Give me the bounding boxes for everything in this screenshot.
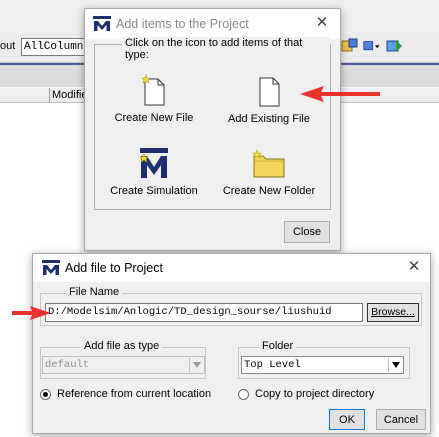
browse-button[interactable]: Browse...	[367, 303, 419, 322]
folder-icon	[252, 149, 285, 178]
create-new-file-label: Create New File	[114, 112, 194, 124]
close-icon[interactable]: ✕	[406, 259, 422, 275]
compile-icon[interactable]	[341, 38, 359, 54]
add-items-dialog: Add items to the Project ✕ Click on the …	[84, 8, 341, 251]
reference-radio[interactable]: Reference from current location	[40, 388, 211, 400]
create-new-file-button[interactable]: Create New File	[99, 74, 209, 124]
toolbar-icons	[341, 38, 403, 54]
close-icon[interactable]: ✕	[314, 15, 330, 31]
create-new-folder-label: Create New Folder	[222, 185, 316, 197]
cancel-button[interactable]: Cancel	[376, 409, 426, 430]
create-new-folder-button[interactable]: Create New Folder	[214, 149, 324, 197]
compile-menu-icon[interactable]	[363, 38, 381, 54]
arrow-annotation-icon	[300, 86, 380, 102]
file-type-select[interactable]: default	[42, 356, 205, 374]
folder-select[interactable]: Top Level	[241, 356, 404, 374]
arrow-annotation-icon	[12, 306, 51, 320]
folder-value: Top Level	[244, 359, 301, 371]
existing-file-icon	[259, 77, 280, 107]
add-items-title: Add items to the Project	[116, 17, 249, 31]
close-button[interactable]: Close	[284, 221, 330, 243]
column-layout-combo[interactable]: AllColumn	[21, 38, 85, 56]
add-items-group: Click on the icon to add items of that t…	[94, 37, 331, 210]
column-separator[interactable]	[49, 88, 50, 103]
copy-radio-label: Copy to project directory	[255, 388, 375, 400]
simulation-icon	[139, 148, 168, 178]
add-items-group-label: Click on the icon to add items of that t…	[122, 37, 330, 61]
column-header-modified[interactable]: Modifie	[52, 89, 87, 101]
add-file-dialog: Add file to Project ✕ File Name D:/Model…	[32, 253, 431, 434]
chevron-down-icon[interactable]	[189, 358, 203, 372]
folder-label: Folder	[259, 340, 297, 352]
compile-all-icon[interactable]	[385, 38, 403, 54]
modelsim-logo-icon	[93, 16, 111, 31]
radio-selected-icon[interactable]	[40, 388, 51, 400]
copy-radio[interactable]: Copy to project directory	[238, 388, 374, 400]
file-name-label: File Name	[66, 286, 123, 298]
create-simulation-label: Create Simulation	[110, 185, 198, 197]
file-type-value: default	[45, 359, 90, 371]
new-file-icon	[141, 74, 165, 106]
add-file-title: Add file to Project	[65, 261, 163, 275]
add-existing-file-label: Add Existing File	[228, 113, 310, 125]
modelsim-logo-icon	[42, 260, 60, 275]
radio-unselected-icon[interactable]	[238, 388, 249, 400]
reference-radio-label: Reference from current location	[57, 388, 212, 400]
create-simulation-button[interactable]: Create Simulation	[99, 148, 209, 197]
ok-button[interactable]: OK	[329, 409, 365, 430]
add-file-titlebar: Add file to Project ✕	[33, 254, 430, 282]
chevron-down-icon[interactable]	[388, 358, 402, 372]
add-items-titlebar: Add items to the Project ✕	[85, 9, 340, 39]
file-type-label: Add file as type	[81, 340, 163, 352]
toolbar-label: out	[0, 40, 16, 52]
file-name-input[interactable]: D:/Modelsim/Anlogic/TD_design_sourse/liu…	[45, 303, 363, 322]
